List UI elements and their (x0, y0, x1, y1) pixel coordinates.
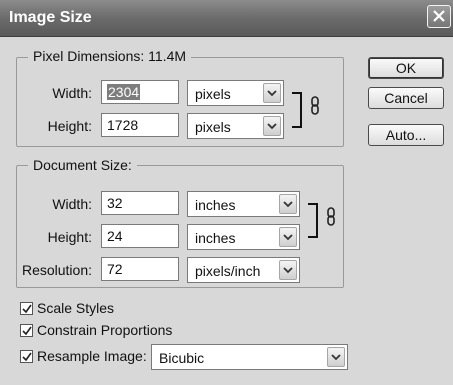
chevron-down-icon (279, 194, 297, 214)
pixel-height-label: Height: (47, 118, 92, 134)
doc-height-unit-select[interactable]: inches (187, 224, 300, 250)
pixel-width-label: Width: (52, 85, 92, 101)
close-button[interactable] (427, 5, 451, 28)
ok-button[interactable]: OK (368, 57, 444, 79)
pixel-height-input[interactable]: 1728 (101, 113, 179, 137)
pixel-height-unit-select[interactable]: pixels (187, 113, 284, 139)
scale-styles-checkbox[interactable] (20, 302, 33, 315)
resample-image-label: Resample Image: (37, 348, 147, 364)
chain-link-icon (327, 207, 335, 226)
constrain-proportions-label: Constrain Proportions (37, 322, 173, 338)
chevron-down-icon (279, 227, 297, 247)
checkmark-icon (22, 326, 32, 336)
window-title: Image Size (9, 9, 92, 26)
constrain-bracket (308, 203, 318, 238)
doc-height-label: Height: (47, 229, 92, 245)
chevron-down-icon (327, 347, 345, 367)
pixel-width-input[interactable]: 2304 (101, 80, 179, 104)
document-size-legend: Document Size: (28, 157, 137, 173)
constrain-bracket (292, 92, 302, 128)
doc-width-unit-select[interactable]: inches (187, 191, 300, 217)
resample-method-select[interactable]: Bicubic (151, 344, 348, 370)
constrain-proportions-checkbox[interactable] (20, 324, 33, 337)
resample-image-checkbox[interactable] (20, 350, 33, 363)
title-bar: Image Size (0, 0, 453, 37)
auto-button[interactable]: Auto... (368, 124, 444, 146)
doc-height-input[interactable]: 24 (101, 224, 179, 248)
resolution-label: Resolution: (21, 262, 92, 278)
chevron-down-icon (263, 116, 281, 136)
pixel-dimensions-legend: Pixel Dimensions: 11.4M (28, 48, 192, 64)
checkmark-icon (22, 304, 32, 314)
close-icon (433, 10, 445, 22)
scale-styles-label: Scale Styles (37, 300, 115, 316)
doc-width-input[interactable]: 32 (101, 191, 179, 215)
doc-width-label: Width: (52, 196, 92, 212)
cancel-button[interactable]: Cancel (368, 87, 444, 109)
resolution-input[interactable]: 72 (101, 257, 179, 281)
pixel-width-unit-select[interactable]: pixels (187, 80, 284, 106)
checkmark-icon (22, 352, 32, 362)
chevron-down-icon (279, 260, 297, 280)
chevron-down-icon (263, 83, 281, 103)
chain-link-icon (311, 96, 319, 115)
resolution-unit-select[interactable]: pixels/inch (187, 257, 300, 283)
